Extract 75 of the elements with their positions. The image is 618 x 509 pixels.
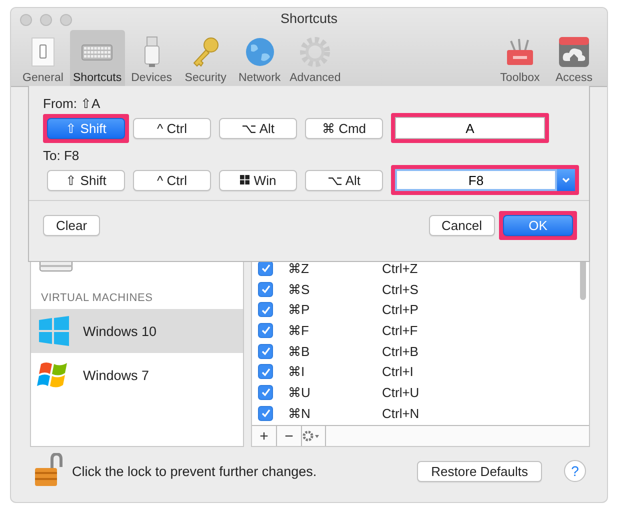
- key-field[interactable]: F8: [395, 169, 557, 191]
- dropdown-button[interactable]: [557, 169, 575, 191]
- checkbox[interactable]: [258, 322, 273, 338]
- chevron-down-icon: [561, 176, 571, 184]
- table-cell-text: ⌘F: [288, 322, 310, 338]
- checkbox[interactable]: [258, 302, 273, 318]
- toolbar-button[interactable]: Toolbox: [493, 30, 547, 86]
- section-header: VIRTUAL MACHINES: [40, 291, 154, 306]
- table-row[interactable]: ⌘N Ctrl+N: [252, 402, 589, 424]
- modifier-toggle[interactable]: ⌘ Cmd: [305, 118, 383, 138]
- checkbox[interactable]: [258, 344, 273, 359]
- checkmark-icon: [260, 386, 272, 398]
- modifier-toggle[interactable]: ⇧ Shift: [47, 170, 125, 190]
- table-cell-text: ⌘I: [288, 364, 306, 380]
- table-row[interactable]: ⌘F Ctrl+F: [252, 320, 589, 341]
- table-cell: Ctrl+I: [382, 364, 414, 380]
- toolbar-tab[interactable]: Devices: [124, 30, 179, 86]
- gear-icon: [302, 430, 322, 442]
- table-cell-text: ⌘U: [288, 384, 312, 400]
- checkmark-icon: [260, 324, 272, 336]
- checkmark-icon: [260, 366, 272, 378]
- table-cell: Ctrl+Z: [382, 260, 418, 276]
- modifier-toggle[interactable]: ^ Ctrl: [133, 170, 211, 190]
- cancel-button[interactable]: Cancel: [428, 215, 495, 236]
- toolbar-tab[interactable]: Network: [232, 30, 287, 86]
- table-cell-text: ⌘B: [288, 344, 311, 359]
- key-field[interactable]: A: [395, 117, 545, 139]
- window-title: Shortcuts: [280, 11, 338, 28]
- table-cell-text: ⌘S: [288, 282, 311, 297]
- modifier-toggle[interactable]: ^ Ctrl: [133, 118, 211, 138]
- table-cell: Ctrl+N: [382, 406, 420, 421]
- checkmark-icon: [260, 283, 272, 296]
- table-cell: Ctrl+F: [382, 322, 418, 338]
- modifier-toggle[interactable]: ⇧ Shift: [47, 118, 125, 138]
- to-label: To: F8: [43, 148, 80, 163]
- table-cell-text: ⌘N: [288, 406, 312, 421]
- table-row[interactable]: ⌘U Ctrl+U: [252, 382, 589, 403]
- sidebar-item[interactable]: Windows 7: [31, 353, 243, 397]
- checkmark-icon: [260, 304, 272, 316]
- table-cell-text: ⌘Z: [288, 260, 310, 276]
- clear-button[interactable]: Clear: [43, 215, 100, 236]
- windows-tiles-icon: [37, 314, 71, 348]
- table-cell: Ctrl+P: [382, 302, 418, 318]
- action-menu-button[interactable]: [302, 426, 326, 446]
- toolbar-button[interactable]: Access: [547, 30, 601, 86]
- table-cell: Ctrl+U: [382, 384, 420, 400]
- checkmark-icon: [260, 262, 272, 274]
- toolbar-tab[interactable]: Advanced: [286, 30, 344, 86]
- checkmark-icon: [260, 407, 272, 420]
- checkbox[interactable]: [258, 384, 273, 400]
- modifier-toggle[interactable]: Win: [219, 170, 297, 190]
- restore-defaults-button[interactable]: Restore Defaults: [417, 460, 542, 482]
- table-row[interactable]: ⌘B Ctrl+B: [252, 340, 589, 362]
- table-cell: Ctrl+B: [382, 344, 418, 359]
- help-button[interactable]: ?: [564, 460, 586, 482]
- toolbar-tab[interactable]: Security: [178, 30, 233, 86]
- checkbox[interactable]: [258, 282, 273, 297]
- checkbox[interactable]: [258, 364, 273, 380]
- gear-icon: [298, 35, 332, 69]
- toolbar-tab[interactable]: General: [16, 30, 70, 86]
- lock-message: Click the lock to prevent further changes.: [72, 464, 317, 478]
- modifier-toggle[interactable]: ⌥ Alt: [305, 170, 383, 190]
- windows-logo-icon: [240, 175, 250, 185]
- checkmark-icon: [260, 345, 272, 358]
- toolbar-tab[interactable]: Shortcuts: [70, 30, 125, 86]
- table-row[interactable]: ⌘I Ctrl+I: [252, 361, 589, 382]
- table-cell: Ctrl+S: [382, 282, 418, 297]
- cloud-home-icon: [557, 35, 591, 69]
- table-row[interactable]: ⌘S Ctrl+S: [252, 278, 589, 300]
- from-label: From: ⇧A: [43, 96, 102, 111]
- table-cell-text: ⌘P: [288, 302, 311, 318]
- sidebar-item[interactable]: Windows 10: [31, 309, 243, 353]
- modifier-toggle[interactable]: ⌥ Alt: [219, 118, 297, 138]
- table-row[interactable]: ⌘P Ctrl+P: [252, 299, 589, 320]
- checkbox[interactable]: [258, 406, 273, 421]
